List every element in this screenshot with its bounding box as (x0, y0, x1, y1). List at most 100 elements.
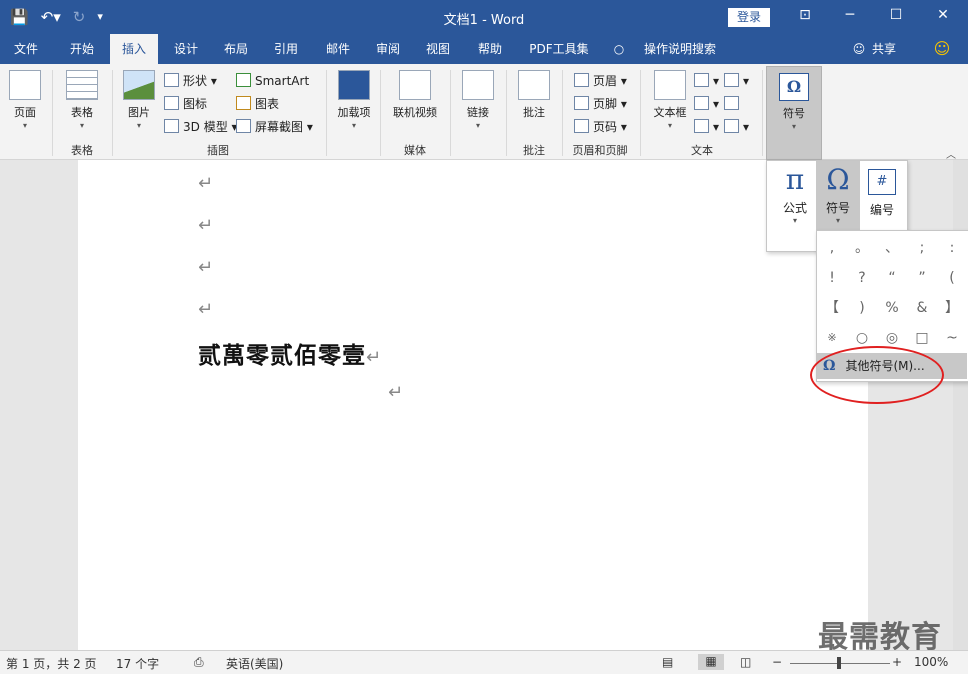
paragraph-mark: ↵ (366, 347, 383, 368)
symbol-cell[interactable]: ※ (817, 323, 847, 353)
tab-mailings[interactable]: 邮件 (314, 34, 362, 64)
symbols-group-button[interactable]: Ω 符号 ▾ (766, 66, 822, 160)
shape-button[interactable]: 形状 ▾ (164, 72, 217, 90)
cube-icon (164, 119, 179, 133)
signature-line-button[interactable]: ▾ (724, 72, 749, 90)
symbol-button[interactable]: Ω 符号 ▾ (816, 161, 860, 231)
print-layout-icon[interactable]: ▦ (698, 654, 724, 670)
page-number-button[interactable]: 页码 ▾ (574, 118, 627, 136)
chevron-down-icon: ▾ (792, 216, 797, 225)
page-indicator[interactable]: 第 1 页，共 2 页 (6, 655, 97, 672)
minimize-icon[interactable]: ─ (835, 7, 865, 23)
tab-references[interactable]: 引用 (262, 34, 310, 64)
signature-icon (724, 73, 739, 87)
wordart-button[interactable]: ▾ (694, 95, 719, 113)
ribbon-display-icon[interactable]: ⊡ (790, 7, 820, 23)
icon-button[interactable]: 图标 (164, 95, 207, 113)
maximize-icon[interactable]: ☐ (881, 7, 911, 23)
comment-button[interactable]: 批注 (514, 70, 554, 120)
symbol-cell[interactable]: % (877, 293, 907, 323)
header-button[interactable]: 页眉 ▾ (574, 72, 627, 90)
comment-icon (518, 70, 550, 100)
symbol-cell[interactable]: 】 (937, 293, 967, 323)
addin-button[interactable]: 加载项 ▾ (334, 70, 374, 130)
chevron-down-icon: ▾ (136, 121, 141, 130)
pi-icon: π (785, 163, 805, 196)
page-button[interactable]: 页面 ▾ (6, 70, 44, 130)
symbol-cell[interactable]: ” (907, 263, 937, 293)
footer-button[interactable]: 页脚 ▾ (574, 95, 627, 113)
paragraph-mark: ↵ (198, 257, 214, 278)
symbol-cell[interactable]: ( (937, 263, 967, 293)
tab-design[interactable]: 设计 (162, 34, 210, 64)
login-button[interactable]: 登录 (728, 8, 770, 27)
proofing-icon[interactable]: ⎙ (194, 655, 204, 670)
symbol-cell[interactable]: & (907, 293, 937, 323)
symbol-cell[interactable]: , (817, 233, 847, 263)
3d-model-button[interactable]: 3D 模型 ▾ (164, 118, 238, 136)
page-icon (9, 70, 41, 100)
symbol-cell[interactable]: ; (907, 233, 937, 263)
symbol-cell[interactable]: 【 (817, 293, 847, 323)
group-label-media: 媒体 (404, 144, 426, 157)
web-layout-icon[interactable]: ◫ (740, 655, 751, 669)
title-bar: 💾 ↶▾ ↻ ▾ 文档1 - Word 登录 ⊡ ─ ☐ ✕ (0, 0, 968, 34)
chevron-down-icon: ▾ (22, 121, 27, 130)
symbol-cell[interactable]: ) (847, 293, 877, 323)
tab-layout[interactable]: 布局 (212, 34, 260, 64)
read-mode-icon[interactable]: ▤ (662, 655, 673, 669)
word-count[interactable]: 17 个字 (116, 655, 159, 672)
addin-icon (338, 70, 370, 100)
textbox-button[interactable]: 文本框 ▾ (648, 70, 692, 130)
quick-parts-button[interactable]: ▾ (694, 72, 719, 90)
omega-icon: Ω (779, 73, 809, 101)
zoom-in-icon[interactable]: + (892, 655, 902, 669)
tab-help[interactable]: 帮助 (466, 34, 514, 64)
symbol-cell[interactable]: ~ (937, 323, 967, 353)
tab-pdf-tools[interactable]: PDF工具集 (522, 34, 596, 64)
object-button[interactable]: ▾ (724, 118, 749, 136)
symbol-cell[interactable]: ! (817, 263, 847, 293)
document-title: 文档1 - Word (443, 13, 525, 28)
zoom-out-icon[interactable]: − (772, 655, 782, 669)
group-label-text: 文本 (691, 144, 713, 157)
wordart-icon (694, 96, 709, 110)
chart-button[interactable]: 图表 (236, 95, 279, 113)
table-button[interactable]: 表格 ▾ (60, 70, 104, 130)
online-video-button[interactable]: 联机视频 (388, 70, 442, 120)
icons-icon (164, 96, 179, 110)
symbol-cell[interactable]: ? (847, 263, 877, 293)
symbol-cell[interactable]: 、 (877, 233, 907, 263)
document-text[interactable]: 贰萬零贰佰零壹↵ (198, 336, 382, 370)
ribbon-insert: 页面 ▾ 表格 ▾ 表格 图片 ▾ 形状 ▾ 图标 3D 模型 ▾ SmartA… (0, 64, 968, 161)
ribbon-tabs: 文件 开始 插入 设计 布局 引用 邮件 审阅 视图 帮助 PDF工具集 ○ 操… (0, 34, 968, 64)
link-button[interactable]: 链接 ▾ (458, 70, 498, 130)
numbering-button[interactable]: # 编号 (860, 161, 904, 231)
tab-review[interactable]: 审阅 (364, 34, 412, 64)
collapse-ribbon-icon[interactable]: ︿ (946, 146, 956, 161)
dropcap-button[interactable]: ▾ (694, 118, 719, 136)
smiley-icon[interactable]: ☺ (930, 34, 954, 64)
tab-file[interactable]: 文件 (4, 34, 48, 64)
tell-me-search[interactable]: 操作说明搜索 (640, 34, 720, 64)
symbol-cell[interactable]: 。 (847, 233, 877, 263)
smartart-button[interactable]: SmartArt (236, 72, 309, 90)
tab-view[interactable]: 视图 (414, 34, 462, 64)
paragraph-mark: ↵ (198, 173, 214, 194)
zoom-slider-thumb[interactable] (837, 657, 841, 669)
symbol-cell[interactable]: “ (877, 263, 907, 293)
paragraph-mark: ↵ (388, 382, 404, 403)
screenshot-button[interactable]: 屏幕截图 ▾ (236, 118, 313, 136)
zoom-level[interactable]: 100% (914, 655, 948, 669)
tab-home[interactable]: 开始 (58, 34, 106, 64)
equation-button[interactable]: π 公式 ▾ (773, 161, 817, 231)
tab-insert[interactable]: 插入 (110, 34, 158, 64)
symbol-cell[interactable]: : (937, 233, 967, 263)
language-indicator[interactable]: 英语(美国) (226, 655, 283, 672)
share-button[interactable]: 共享 (868, 34, 900, 64)
picture-button[interactable]: 图片 ▾ (120, 70, 158, 130)
date-time-button[interactable] (724, 95, 743, 113)
symbol-cell[interactable]: □ (907, 323, 937, 353)
close-icon[interactable]: ✕ (928, 7, 958, 23)
document-page[interactable] (78, 160, 868, 650)
